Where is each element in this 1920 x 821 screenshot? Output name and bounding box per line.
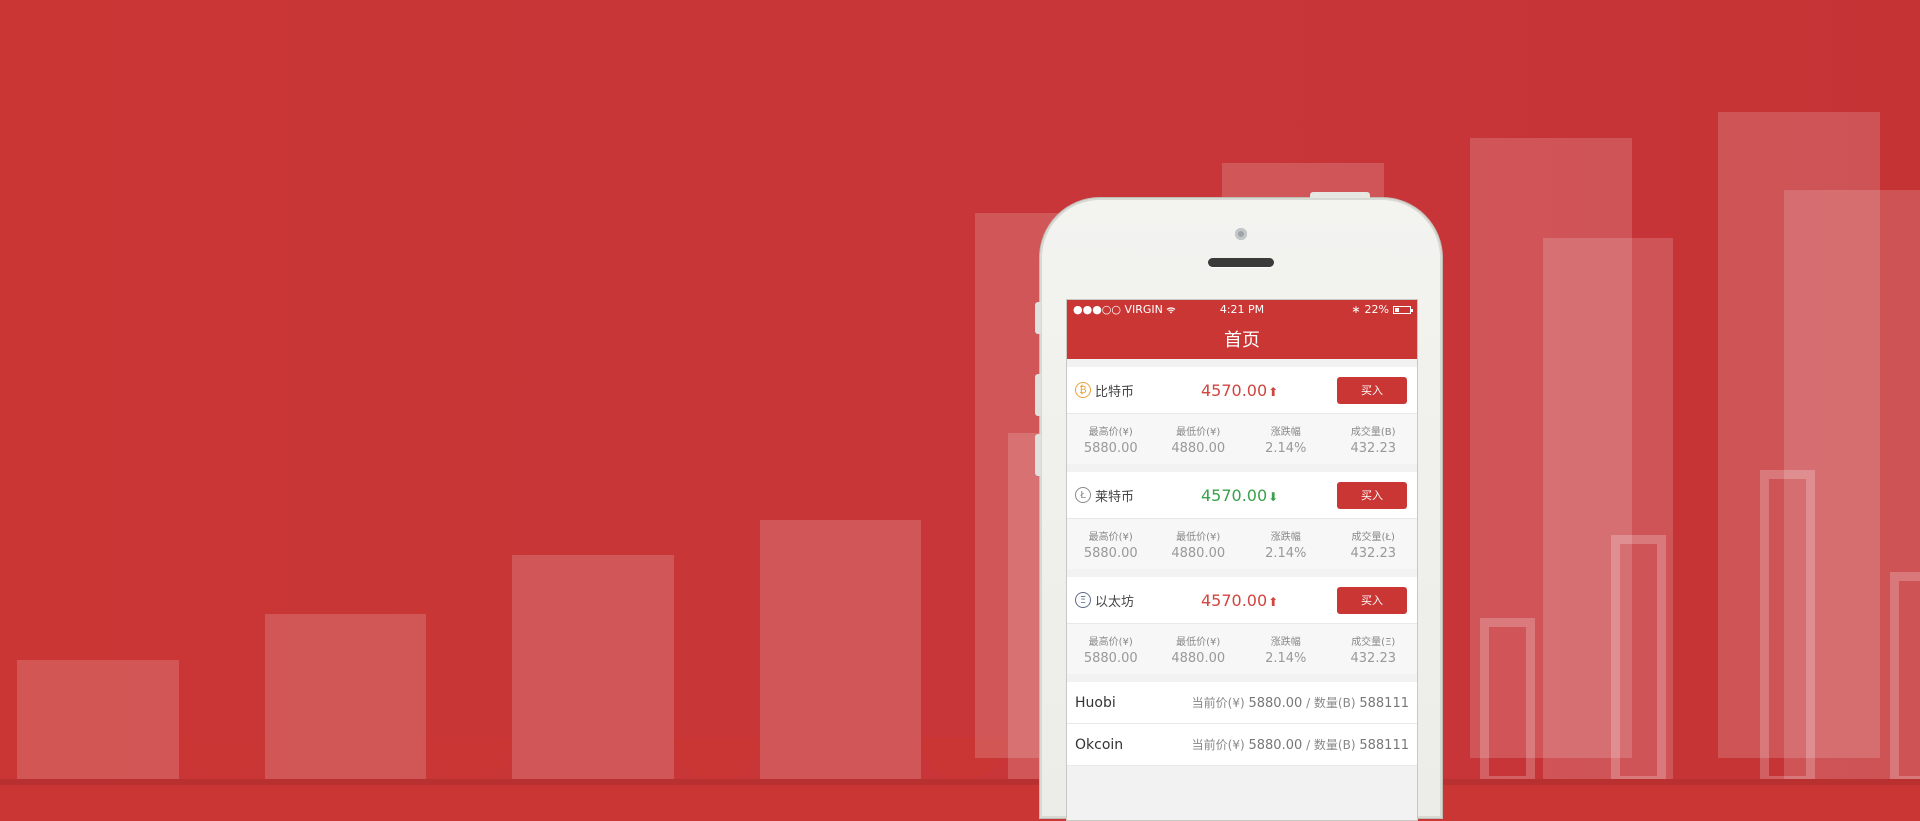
status-bar: ●●●○○ VIRGIN 4:21 PM ∗ 22% [1067,300,1417,319]
skyline-block [760,520,921,785]
stat-label: 最低价(¥) [1176,426,1221,438]
coin-card-bitcoin[interactable]: ₿ 比特币 4570.00⬆ 买入 最高价(¥) 5880.00 最低价(¥) 48… [1067,367,1417,464]
phone-power-button [1310,192,1370,198]
stat-value: 4880.00 [1171,545,1226,561]
stat-label: 成交量(Ł) [1351,531,1395,543]
stat-value: 432.23 [1350,650,1397,666]
skyline-frame [1480,618,1535,785]
stat-label: 成交量(Ξ) [1351,636,1396,648]
phone-screen: ●●●○○ VIRGIN 4:21 PM ∗ 22% 首页 ₿ 比特币 4570… [1066,299,1418,821]
buy-button[interactable]: 买入 [1337,376,1407,404]
stat-value: 5880.00 [1083,650,1138,666]
exchange-row-okcoin[interactable]: Okcoin 当前价(¥) 5880.00 / 数量(B) 588111 [1067,724,1417,766]
bitcoin-icon: ₿ [1075,382,1091,398]
stat-value: 2.14% [1265,650,1307,666]
buy-button[interactable]: 买入 [1337,586,1407,614]
skyline-frame [1760,470,1815,785]
stat-label: 最高价(¥) [1088,636,1133,648]
battery-percent: 22% [1364,303,1389,316]
coin-name: 比特币 [1095,384,1135,400]
phone-volume-down [1035,434,1041,476]
stat-value: 5880.00 [1083,545,1138,561]
skyline-frame [1890,572,1920,785]
arrow-down-icon: ⬇ [1268,489,1279,504]
phone-mockup: ●●●○○ VIRGIN 4:21 PM ∗ 22% 首页 ₿ 比特币 4570… [1035,192,1442,821]
coin-stats: 最高价(¥) 5880.00 最低价(¥) 4880.00 涨跌幅 2.14% 成交量… [1067,519,1417,569]
battery-status: ∗ 22% [1351,303,1413,316]
arrow-up-icon: ⬆ [1268,594,1279,609]
battery-icon [1393,305,1413,314]
skyline-block [512,555,674,785]
exchange-name: Huobi [1075,694,1116,711]
page-title: 首页 [1224,330,1260,351]
stat-value: 4880.00 [1171,650,1226,666]
stat-value: 432.23 [1350,440,1397,456]
phone-camera [1235,228,1247,240]
skyline-frame [1611,535,1666,785]
stat-value: 4880.00 [1171,440,1226,456]
stat-value: 2.14% [1265,545,1307,561]
coin-price: 4570.00⬆ [1201,380,1279,400]
stat-label: 成交量(B) [1350,426,1396,438]
bluetooth-icon: ∗ [1351,303,1361,316]
arrow-up-icon: ⬆ [1268,384,1279,399]
stat-label: 涨跌幅 [1270,426,1301,438]
coin-stats: 最高价(¥) 5880.00 最低价(¥) 4880.00 涨跌幅 2.14% 成交量… [1067,414,1417,464]
coin-card-litecoin[interactable]: Ł 莱特币 4570.00⬇ 买入 最高价(¥) 5880.00 最低价(¥) 48… [1067,472,1417,569]
stat-value: 2.14% [1265,440,1307,456]
exchange-row-huobi[interactable]: Huobi 当前价(¥) 5880.00 / 数量(B) 588111 [1067,682,1417,724]
coin-card-ethereum[interactable]: Ξ 以太坊 4570.00⬆ 买入 最高价(¥) 5880.00 最低价(¥) 48… [1067,577,1417,674]
phone-volume-up [1035,374,1041,416]
stat-label: 涨跌幅 [1270,531,1301,543]
nav-bar: 首页 [1067,319,1417,359]
coin-stats: 最高价(¥) 5880.00 最低价(¥) 4880.00 涨跌幅 2.14% 成交量… [1067,624,1417,674]
litecoin-icon: Ł [1075,487,1091,503]
exchange-info: 当前价(¥) 5880.00 / 数量(B) 588111 [1191,696,1409,711]
skyline-block [17,660,179,785]
exchange-name: Okcoin [1075,736,1124,753]
skyline-ground [0,779,1920,785]
coin-name: 莱特币 [1095,489,1135,505]
phone-speaker [1208,258,1274,267]
coin-price: 4570.00⬇ [1201,485,1279,505]
stat-label: 涨跌幅 [1270,636,1301,648]
stat-label: 最高价(¥) [1088,426,1133,438]
exchange-info: 当前价(¥) 5880.00 / 数量(B) 588111 [1191,738,1409,753]
buy-button[interactable]: 买入 [1337,481,1407,509]
stat-value: 5880.00 [1083,440,1138,456]
stat-label: 最低价(¥) [1176,531,1221,543]
stat-value: 432.23 [1350,545,1397,561]
stat-label: 最低价(¥) [1176,636,1221,648]
coin-price: 4570.00⬆ [1201,590,1279,610]
ethereum-icon: Ξ [1075,592,1091,608]
coin-name: 以太坊 [1095,594,1135,610]
phone-mute-switch [1035,302,1041,334]
stat-label: 最高价(¥) [1088,531,1133,543]
skyline-block [265,614,426,785]
